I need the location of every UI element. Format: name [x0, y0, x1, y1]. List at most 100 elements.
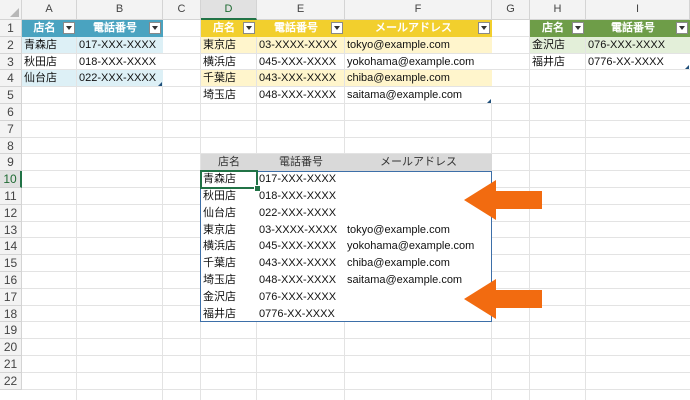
gridline	[22, 355, 690, 356]
result-cell[interactable]: 埼玉店	[201, 272, 257, 289]
row-header[interactable]: 2	[0, 36, 22, 54]
result-cell[interactable]: 東京店	[201, 221, 257, 239]
arrow-left-icon	[464, 279, 542, 319]
result-cell[interactable]: 018-XXX-XXXX	[257, 188, 345, 205]
result-cell[interactable]: 045-XXX-XXXX	[257, 238, 345, 256]
yellow-table-header-cell: メールアドレス	[345, 20, 492, 37]
yellow-table-cell[interactable]: tokyo@example.com	[345, 36, 492, 54]
fill-handle[interactable]	[254, 185, 261, 192]
filter-dropdown-icon[interactable]	[331, 22, 343, 34]
row-header[interactable]: 22	[0, 372, 22, 390]
select-all-corner[interactable]	[0, 0, 22, 20]
spreadsheet[interactable]: ABCDEFGHI 1 2 3 4 5 6 7 8 9 10 11 12 13 14 15 16 17 18 19 2…	[0, 0, 690, 400]
result-header-cell: 電話番号	[257, 154, 345, 172]
row-header[interactable]: 5	[0, 87, 22, 104]
blue-table-cell[interactable]: 022-XXX-XXXX	[77, 70, 163, 88]
column-header[interactable]: A	[22, 0, 77, 20]
gridline	[585, 20, 586, 400]
yellow-table-cell[interactable]: 043-XXX-XXXX	[257, 70, 345, 88]
row-header[interactable]: 18	[0, 305, 22, 323]
row-header[interactable]: 3	[0, 53, 22, 71]
blue-table-cell[interactable]: 秋田店	[22, 53, 77, 71]
gridline	[22, 371, 690, 373]
row-header[interactable]: 6	[0, 104, 22, 121]
result-cell[interactable]: 076-XXX-XXXX	[257, 288, 345, 306]
yellow-table-cell[interactable]: 048-XXX-XXXX	[257, 87, 345, 104]
result-cell[interactable]: yokohama@example.com	[345, 238, 492, 256]
gridline	[22, 338, 690, 340]
blue-table-cell[interactable]: 018-XXX-XXXX	[77, 53, 163, 71]
row-header[interactable]: 17	[0, 288, 22, 306]
row-header[interactable]: 14	[0, 238, 22, 256]
result-cell[interactable]: 千葉店	[201, 255, 257, 272]
result-cell[interactable]: 03-XXXX-XXXX	[257, 221, 345, 239]
row-header[interactable]: 20	[0, 339, 22, 356]
arrow-left-icon	[464, 180, 542, 220]
table-resize-handle[interactable]	[487, 99, 491, 103]
table-resize-handle[interactable]	[685, 65, 689, 70]
yellow-table-cell[interactable]: 045-XXX-XXXX	[257, 53, 345, 71]
row-header[interactable]: 10	[0, 171, 22, 188]
row-header[interactable]: 4	[0, 70, 22, 88]
yellow-table-cell[interactable]: 03-XXXX-XXXX	[257, 36, 345, 54]
result-header-cell: 店名	[201, 154, 257, 172]
row-header[interactable]: 11	[0, 188, 22, 205]
column-header[interactable]: F	[345, 0, 492, 20]
result-cell[interactable]: 仙台店	[201, 204, 257, 222]
row-header[interactable]: 16	[0, 272, 22, 289]
column-header[interactable]: B	[77, 0, 163, 20]
result-cell[interactable]: 秋田店	[201, 188, 257, 205]
result-cell[interactable]: 福井店	[201, 305, 257, 323]
row-header[interactable]: 13	[0, 221, 22, 239]
result-cell[interactable]: 022-XXX-XXXX	[257, 204, 345, 222]
blue-table-cell[interactable]: 仙台店	[22, 70, 77, 88]
filter-dropdown-icon[interactable]	[478, 22, 490, 34]
row-header[interactable]: 15	[0, 255, 22, 272]
row-header[interactable]: 12	[0, 204, 22, 222]
column-header[interactable]: C	[163, 0, 201, 20]
blue-table-cell[interactable]: 017-XXX-XXXX	[77, 36, 163, 54]
row-header[interactable]: 1	[0, 20, 22, 37]
yellow-table-cell[interactable]: chiba@example.com	[345, 70, 492, 88]
green-table-cell[interactable]: 福井店	[530, 53, 586, 71]
yellow-table-cell[interactable]: 埼玉店	[201, 87, 257, 104]
column-header[interactable]: D	[201, 0, 257, 20]
result-cell[interactable]: 0776-XX-XXXX	[257, 305, 345, 323]
result-cell[interactable]: 青森店	[201, 171, 257, 188]
row-header[interactable]: 9	[0, 154, 22, 172]
result-cell[interactable]: chiba@example.com	[345, 255, 492, 272]
filter-dropdown-icon[interactable]	[149, 22, 161, 34]
result-cell[interactable]: 043-XXX-XXXX	[257, 255, 345, 272]
yellow-table-cell[interactable]: 横浜店	[201, 53, 257, 71]
column-header[interactable]: H	[530, 0, 586, 20]
filter-dropdown-icon[interactable]	[676, 22, 688, 34]
column-header[interactable]: G	[492, 0, 530, 20]
filter-dropdown-icon[interactable]	[63, 22, 75, 34]
green-table-cell[interactable]: 076-XXX-XXXX	[586, 36, 690, 54]
filter-dropdown-icon[interactable]	[243, 22, 255, 34]
green-table-header-cell: 電話番号	[586, 20, 690, 37]
column-header[interactable]: E	[257, 0, 345, 20]
result-cell[interactable]: tokyo@example.com	[345, 221, 492, 239]
gridline	[22, 136, 690, 138]
result-header-cell: メールアドレス	[345, 154, 492, 172]
row-header[interactable]: 19	[0, 322, 22, 340]
row-header[interactable]: 7	[0, 120, 22, 138]
column-header[interactable]: I	[586, 0, 690, 20]
result-cell[interactable]: 金沢店	[201, 288, 257, 306]
yellow-table-cell[interactable]: 千葉店	[201, 70, 257, 88]
green-table-cell[interactable]: 金沢店	[530, 36, 586, 54]
yellow-table-cell[interactable]: 東京店	[201, 36, 257, 54]
row-header[interactable]: 8	[0, 137, 22, 155]
blue-table-cell[interactable]: 青森店	[22, 36, 77, 54]
gridline	[22, 119, 690, 121]
result-cell[interactable]: 017-XXX-XXXX	[257, 171, 345, 188]
result-cell[interactable]: 横浜店	[201, 238, 257, 256]
row-header[interactable]: 21	[0, 356, 22, 373]
result-cell[interactable]: 048-XXX-XXXX	[257, 272, 345, 289]
yellow-table-cell[interactable]: yokohama@example.com	[345, 53, 492, 71]
filter-dropdown-icon[interactable]	[572, 22, 584, 34]
table-resize-handle[interactable]	[158, 82, 162, 87]
green-table-cell[interactable]: 0776-XX-XXXX	[586, 53, 690, 71]
yellow-table-cell[interactable]: saitama@example.com	[345, 87, 492, 104]
